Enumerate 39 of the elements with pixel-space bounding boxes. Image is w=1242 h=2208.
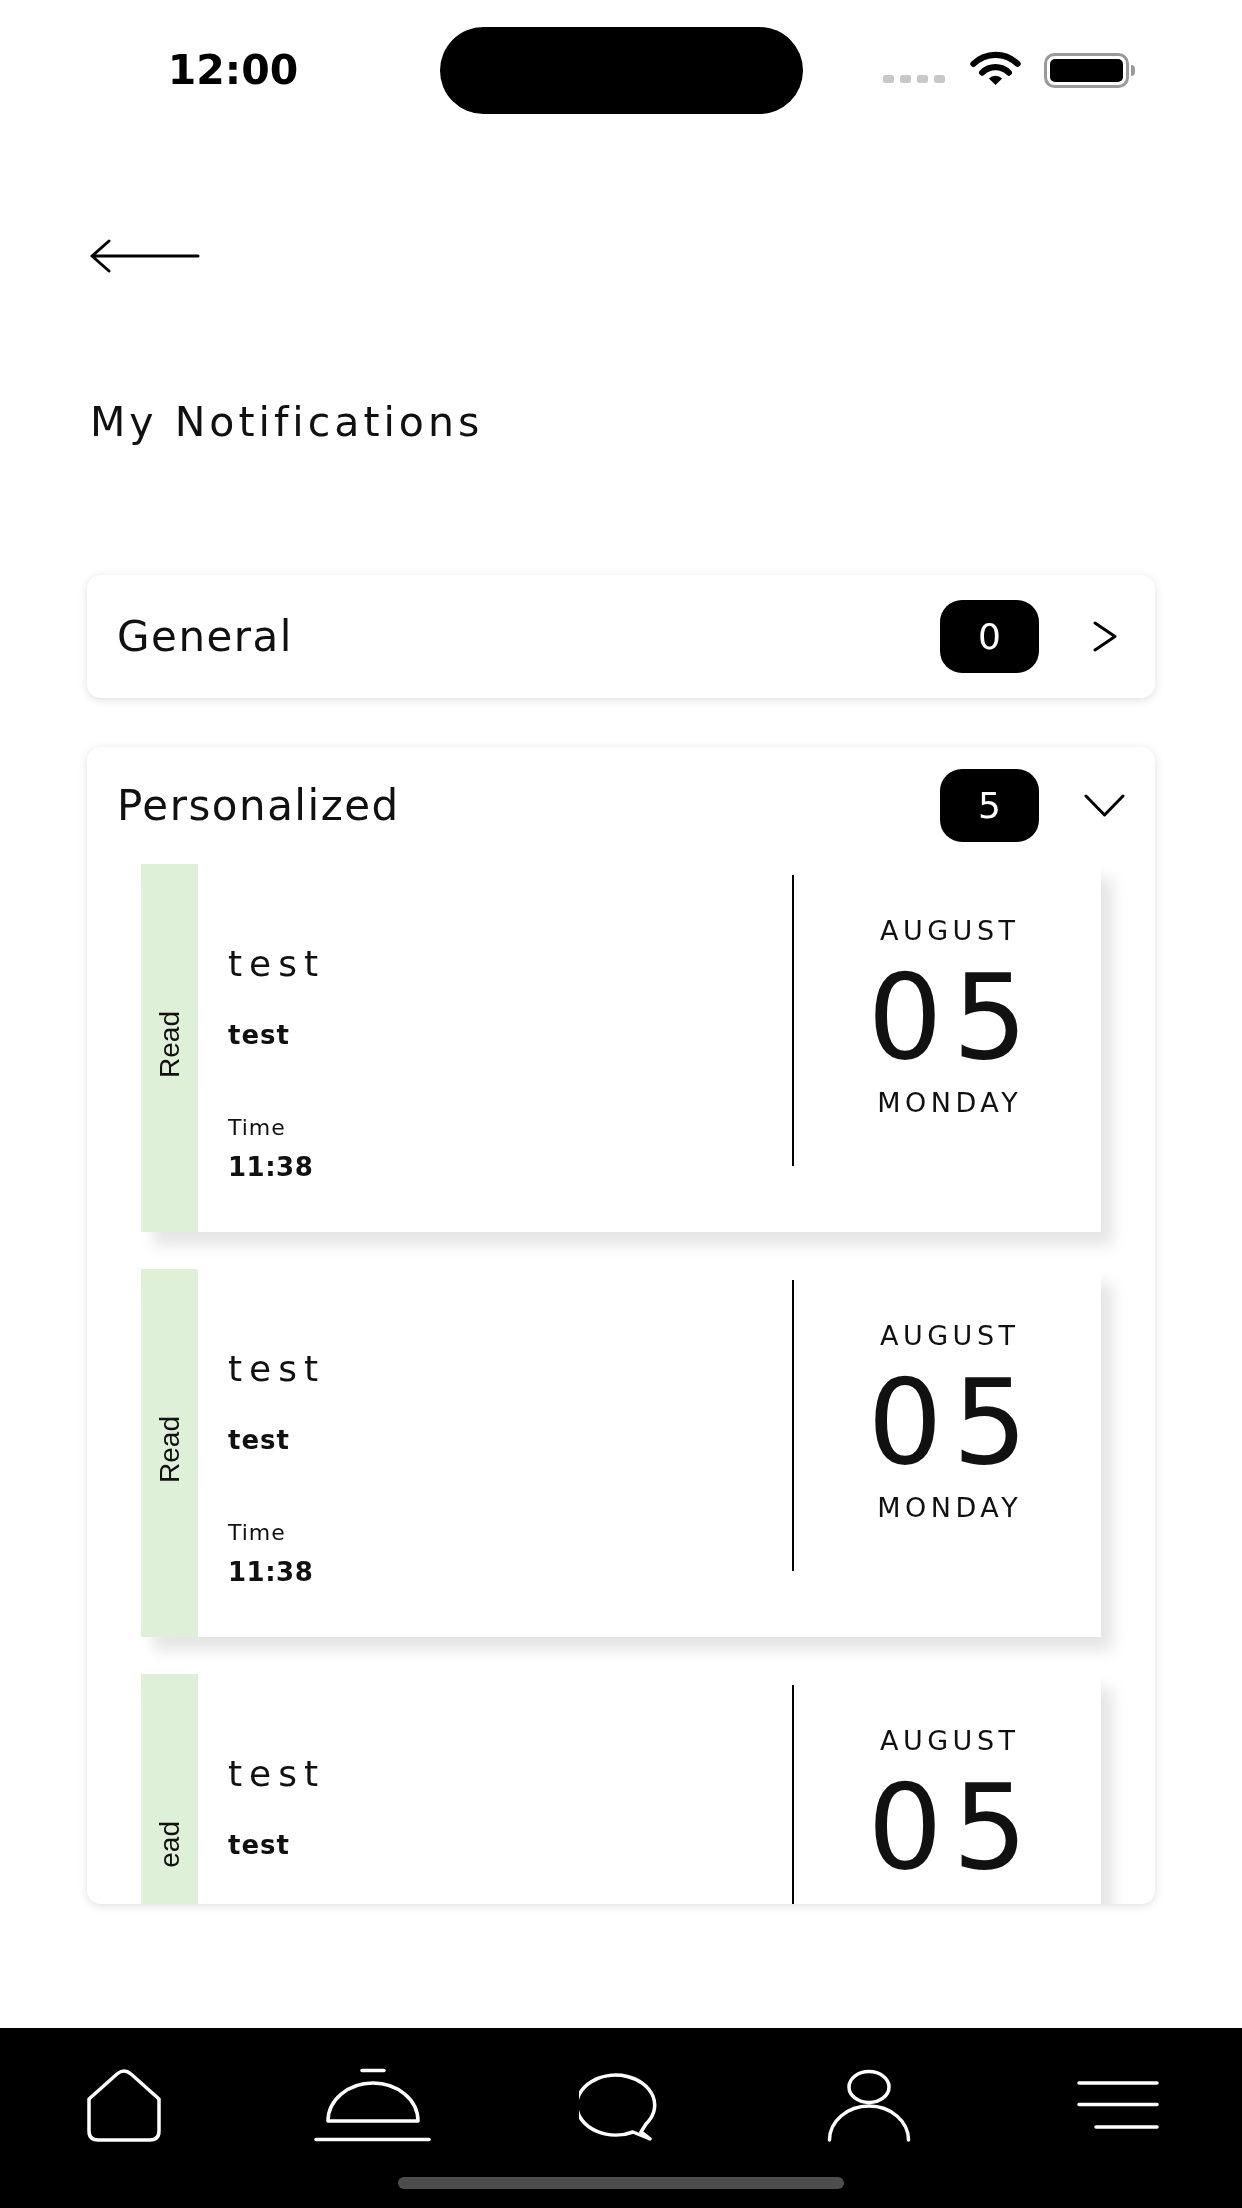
- notification-body: test: [228, 1022, 290, 1048]
- signal-icon: [883, 75, 945, 83]
- notification-title: test: [228, 946, 326, 982]
- chevron-right-icon[interactable]: [1091, 621, 1118, 652]
- count-badge: 5: [940, 769, 1039, 842]
- notification-body: test: [228, 1832, 290, 1858]
- date-month: AUGUST: [878, 1322, 1020, 1349]
- service-bell-icon[interactable]: [314, 2068, 432, 2142]
- status-label: ead: [155, 1821, 184, 1868]
- section-card[interactable]: Personalized 5 Read test test Time 11:38 AUGUST 05 MONDAY Read test test Time 11:38 AUGUST 05 MONDAY ead test test AUGUST 05: [87, 747, 1155, 1904]
- status-label: Read: [155, 1416, 184, 1483]
- menu-icon[interactable]: [1076, 2081, 1159, 2129]
- time-label: Time: [228, 1117, 286, 1139]
- notification-card[interactable]: ead test test AUGUST 05: [141, 1674, 1101, 1904]
- time-value: 11:38: [228, 1154, 314, 1180]
- notification-title: test: [228, 1756, 326, 1792]
- notification-title: test: [228, 1351, 326, 1387]
- notification-card[interactable]: Read test test Time 11:38 AUGUST 05 MONDAY: [141, 1269, 1101, 1637]
- back-arrow-icon[interactable]: [89, 239, 200, 273]
- battery-icon: [1044, 52, 1136, 88]
- count-badge: 0: [940, 600, 1039, 673]
- status-label: Read: [155, 1011, 184, 1078]
- home-icon[interactable]: [86, 2068, 163, 2142]
- date-month: AUGUST: [878, 1727, 1020, 1754]
- time-value: 11:38: [228, 1559, 314, 1585]
- section-card[interactable]: General 0: [87, 575, 1155, 698]
- page-title: My Notifications: [90, 402, 484, 443]
- notification-card[interactable]: Read test test Time 11:38 AUGUST 05 MONDAY: [141, 864, 1101, 1232]
- status-time: 12:00: [167, 49, 299, 91]
- date-weekday: MONDAY: [876, 1088, 1023, 1116]
- time-label: Time: [228, 1522, 286, 1544]
- section-title: General: [117, 615, 294, 658]
- wifi-icon: [967, 50, 1024, 86]
- notification-body: test: [228, 1427, 290, 1453]
- date-weekday: MONDAY: [876, 1493, 1023, 1521]
- date-month: AUGUST: [878, 917, 1020, 944]
- chevron-down-icon[interactable]: [1084, 794, 1125, 817]
- section-title: Personalized: [117, 784, 400, 827]
- person-icon[interactable]: [827, 2068, 912, 2142]
